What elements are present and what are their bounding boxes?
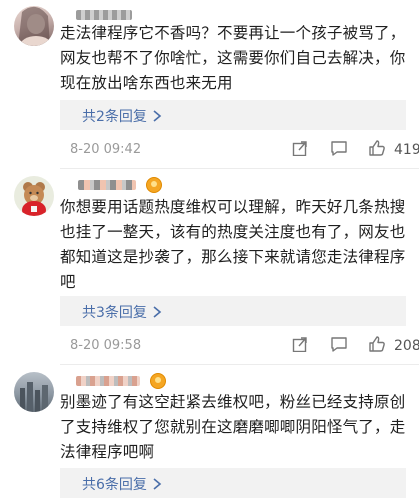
chevron-right-icon: [153, 306, 162, 318]
chevron-right-icon: [153, 478, 162, 490]
comment-text: 别墨迹了有这空赶紧去维权吧，粉丝已经支持原创了支持维权了您就别在这磨磨唧唧阴阳怪…: [60, 393, 406, 461]
view-replies-link[interactable]: 共6条回复: [82, 474, 147, 494]
like-count: 419: [394, 142, 419, 158]
timestamp: 8-20 09:58: [70, 338, 142, 353]
avatar[interactable]: [14, 176, 54, 216]
comment-meta: 8-20 09:42 419: [60, 139, 419, 160]
view-replies-link[interactable]: 共3条回复: [82, 302, 147, 322]
like-icon[interactable]: [368, 335, 386, 353]
avatar-image: [18, 6, 52, 46]
username-blurred[interactable]: [76, 10, 132, 20]
avatar[interactable]: [14, 372, 54, 412]
reply-box[interactable]: 共2条回复: [60, 100, 406, 130]
share-icon[interactable]: [292, 140, 308, 156]
like-count: 208: [394, 338, 419, 354]
comment-icon[interactable]: [330, 140, 348, 156]
avatar-image: [22, 182, 46, 216]
avatar[interactable]: [14, 6, 54, 46]
share-icon[interactable]: [292, 336, 308, 352]
vip-badge-icon: [150, 373, 166, 389]
comment-text: 走法律程序它不香吗？不要再让一个孩子被骂了，网友也帮不了你啥忙，这需要你们自己去…: [60, 24, 406, 92]
like-icon[interactable]: [368, 139, 386, 157]
chevron-right-icon: [153, 110, 162, 122]
reply-box[interactable]: 共6条回复: [60, 468, 406, 498]
divider: [60, 364, 419, 365]
comment-meta: 8-20 09:58 208: [60, 335, 419, 356]
comment-icon[interactable]: [330, 336, 348, 352]
reply-box[interactable]: 共3条回复: [60, 296, 406, 326]
timestamp: 8-20 09:42: [70, 142, 142, 157]
divider: [60, 168, 419, 169]
username-blurred[interactable]: [76, 376, 140, 386]
avatar-image: [20, 382, 48, 412]
vip-badge-icon: [146, 177, 162, 193]
view-replies-link[interactable]: 共2条回复: [82, 106, 147, 126]
username-blurred[interactable]: [78, 180, 136, 190]
comment-text: 你想要用话题热度维权可以理解，昨天好几条热搜也挂了一整天，该有的热度关注度也有了…: [60, 198, 406, 291]
